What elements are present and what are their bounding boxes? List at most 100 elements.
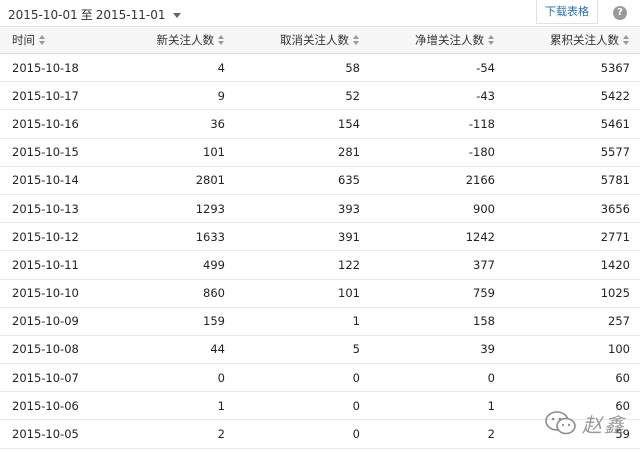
table-row: 2015-10-16 36 154 -118 5461 — [0, 110, 640, 139]
table-row: 2015-10-13 1293 393 900 3656 — [0, 195, 640, 224]
cell-net-growth: 900 — [473, 201, 495, 216]
sort-icon[interactable] — [353, 35, 360, 45]
cell-net-growth: 759 — [473, 286, 495, 301]
date-separator: 至 — [80, 8, 93, 22]
cell-cumulative: 1420 — [600, 257, 630, 272]
cell-cumulative: 5577 — [600, 145, 630, 160]
cell-net-growth: 39 — [480, 342, 495, 357]
cell-unfollows: 635 — [338, 173, 360, 188]
cell-unfollows: 0 — [352, 427, 360, 442]
table-body: 2015-10-18 4 58 -54 5367 2015-10-17 9 52 -43 5422… — [0, 54, 640, 449]
cell-unfollows: 391 — [338, 229, 360, 244]
table-row: 2015-10-12 1633 391 1242 2771 — [0, 223, 640, 252]
table-row: 2015-10-17 9 52 -43 5422 — [0, 82, 640, 111]
cell-net-growth: -43 — [476, 88, 495, 103]
date-range-picker[interactable]: 2015-10-01 至 2015-11-01 — [8, 6, 181, 23]
column-header-date[interactable]: 时间 — [12, 27, 46, 53]
date-start: 2015-10-01 — [8, 7, 78, 22]
cell-net-growth: 2 — [487, 427, 495, 442]
cell-new-followers: 36 — [210, 116, 225, 131]
wechat-icon — [545, 411, 576, 435]
table-row: 2015-10-14 2801 635 2166 5781 — [0, 167, 640, 195]
table-row: 2015-10-15 101 281 -180 5577 — [0, 139, 640, 167]
cell-unfollows: 5 — [352, 342, 360, 357]
cell-unfollows: 58 — [345, 60, 360, 75]
cell-new-followers: 1633 — [195, 229, 225, 244]
help-icon[interactable]: ? — [613, 6, 627, 20]
sort-icon[interactable] — [39, 35, 46, 45]
cell-date: 2015-10-15 — [12, 145, 79, 160]
cell-new-followers: 4 — [217, 60, 225, 75]
watermark-text: 赵鑫 — [582, 412, 626, 437]
table-row: 2015-10-09 159 1 158 257 — [0, 308, 640, 336]
cell-new-followers: 44 — [210, 342, 225, 357]
cell-cumulative: 5461 — [600, 116, 630, 131]
table-row: 2015-10-08 44 5 39 100 — [0, 336, 640, 365]
cell-new-followers: 0 — [217, 370, 225, 385]
watermark: 赵鑫 — [544, 408, 636, 438]
cell-net-growth: 377 — [473, 257, 495, 272]
cell-date: 2015-10-14 — [12, 173, 79, 188]
table-row: 2015-10-11 499 122 377 1420 — [0, 251, 640, 280]
cell-net-growth: -54 — [476, 60, 495, 75]
table-header: 时间 新关注人数 取消关注人数 净增关注人数 累积关注人数 — [0, 27, 640, 54]
cell-cumulative: 3656 — [600, 201, 630, 216]
cell-date: 2015-10-18 — [12, 60, 79, 75]
cell-new-followers: 2 — [217, 427, 225, 442]
cell-date: 2015-10-08 — [12, 342, 79, 357]
cell-net-growth: -118 — [468, 116, 495, 131]
cell-unfollows: 393 — [338, 201, 360, 216]
column-header-cumulative[interactable]: 累积关注人数 — [550, 27, 630, 53]
table-row: 2015-10-18 4 58 -54 5367 — [0, 54, 640, 83]
cell-new-followers: 1 — [217, 398, 225, 413]
sort-icon[interactable] — [218, 35, 225, 45]
cell-net-growth: 2166 — [465, 173, 495, 188]
cell-net-growth: 1242 — [465, 229, 495, 244]
cell-new-followers: 499 — [203, 257, 225, 272]
cell-new-followers: 2801 — [195, 173, 225, 188]
cell-unfollows: 122 — [338, 257, 360, 272]
cell-new-followers: 1293 — [195, 201, 225, 216]
cell-date: 2015-10-13 — [12, 201, 79, 216]
followers-table: 时间 新关注人数 取消关注人数 净增关注人数 累积关注人数 2015-10-18… — [0, 27, 640, 449]
cell-date: 2015-10-09 — [12, 314, 79, 329]
column-header-unfollows[interactable]: 取消关注人数 — [280, 27, 360, 53]
date-end: 2015-11-01 — [95, 7, 166, 22]
cell-unfollows: 101 — [338, 286, 360, 301]
sort-icon[interactable] — [488, 35, 495, 45]
sort-icon[interactable] — [623, 35, 630, 45]
cell-net-growth: 1 — [487, 398, 495, 413]
toolbar: 2015-10-01 至 2015-11-01 下载表格 ? — [0, 0, 640, 27]
cell-unfollows: 0 — [352, 370, 360, 385]
chevron-down-icon[interactable] — [172, 12, 181, 18]
cell-unfollows: 1 — [352, 314, 360, 329]
cell-net-growth: 0 — [487, 370, 495, 385]
cell-cumulative: 2771 — [600, 229, 630, 244]
table-row: 2015-10-07 0 0 0 60 — [0, 364, 640, 393]
cell-cumulative: 5422 — [600, 88, 630, 103]
cell-date: 2015-10-10 — [12, 286, 79, 301]
table-row: 2015-10-10 860 101 759 1025 — [0, 280, 640, 308]
cell-date: 2015-10-07 — [12, 370, 79, 385]
cell-date: 2015-10-16 — [12, 116, 79, 131]
cell-cumulative: 1025 — [600, 286, 630, 301]
column-header-net-growth[interactable]: 净增关注人数 — [415, 27, 495, 53]
column-header-new-followers[interactable]: 新关注人数 — [157, 27, 226, 53]
cell-unfollows: 154 — [338, 116, 360, 131]
download-table-button[interactable]: 下载表格 — [536, 0, 598, 24]
cell-unfollows: 0 — [352, 398, 360, 413]
cell-cumulative: 5367 — [600, 60, 630, 75]
cell-cumulative: 5781 — [600, 173, 630, 188]
cell-date: 2015-10-06 — [12, 398, 79, 413]
cell-unfollows: 281 — [338, 145, 360, 160]
cell-new-followers: 101 — [203, 145, 225, 160]
cell-date: 2015-10-11 — [12, 257, 79, 272]
cell-net-growth: 158 — [473, 314, 495, 329]
cell-new-followers: 860 — [203, 286, 225, 301]
cell-date: 2015-10-05 — [12, 427, 79, 442]
cell-date: 2015-10-17 — [12, 88, 79, 103]
cell-new-followers: 159 — [203, 314, 225, 329]
cell-net-growth: -180 — [468, 145, 495, 160]
cell-cumulative: 100 — [608, 342, 630, 357]
cell-cumulative: 257 — [608, 314, 630, 329]
